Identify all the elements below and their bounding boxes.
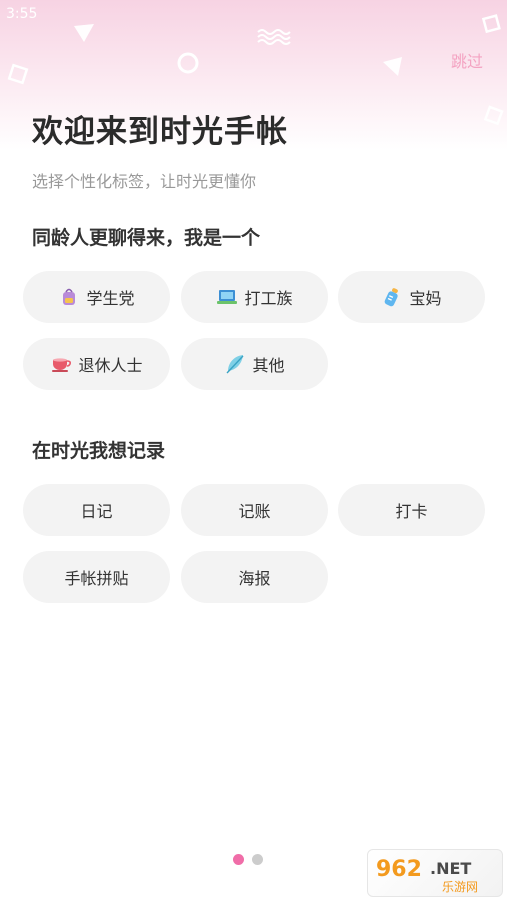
- identity-section-title: 同龄人更聊得来，我是一个: [32, 227, 261, 249]
- identity-option-mom[interactable]: 宝妈: [338, 271, 485, 323]
- identity-option-other[interactable]: 其他: [181, 338, 328, 390]
- page-indicator: [233, 854, 263, 865]
- wave-decoration-icon: [257, 29, 291, 45]
- record-option-diary[interactable]: 日记: [23, 484, 170, 536]
- page-subtitle: 选择个性化标签，让时光更懂你: [32, 172, 257, 191]
- watermark-logo-icon: 962 .NET 乐游网: [376, 857, 478, 894]
- identity-option-label: 退休人士: [78, 356, 143, 375]
- record-option-label: 日记: [80, 502, 113, 521]
- page-dot-active: [233, 854, 244, 865]
- feather-icon: [226, 355, 244, 374]
- page-title: 欢迎来到时光手帐: [32, 114, 288, 150]
- identity-option-retired[interactable]: 退休人士: [23, 338, 170, 390]
- identity-option-label: 打工族: [244, 289, 293, 308]
- status-bar-time: 3:55: [6, 6, 38, 22]
- backpack-icon: [63, 288, 76, 305]
- skip-button[interactable]: 跳过: [451, 48, 483, 72]
- record-option-label: 打卡: [395, 502, 428, 521]
- circle-decoration-icon: [177, 52, 199, 74]
- identity-option-label: 宝妈: [409, 289, 442, 308]
- square-decoration-icon: [483, 105, 504, 126]
- record-option-poster[interactable]: 海报: [181, 551, 328, 603]
- teacup-icon: [52, 358, 72, 372]
- record-option-label: 海报: [238, 569, 271, 588]
- record-option-collage[interactable]: 手帐拼贴: [23, 551, 170, 603]
- square-decoration-icon: [7, 63, 29, 85]
- record-option-bookkeeping[interactable]: 记账: [181, 484, 328, 536]
- record-option-checkin[interactable]: 打卡: [338, 484, 485, 536]
- laptop-icon: [217, 290, 238, 304]
- record-option-label: 手帐拼贴: [64, 569, 129, 588]
- record-option-label: 记账: [238, 502, 271, 521]
- identity-option-label: 其他: [252, 356, 285, 375]
- identity-option-label: 学生党: [86, 289, 135, 308]
- triangle-decoration-icon: [74, 24, 94, 42]
- identity-option-student[interactable]: 学生党: [23, 271, 170, 323]
- record-section-title: 在时光我想记录: [32, 440, 166, 462]
- svg-text:.NET: .NET: [430, 859, 471, 878]
- triangle-decoration-icon: [383, 57, 402, 76]
- square-decoration-icon: [481, 14, 501, 34]
- page-dot-inactive: [252, 854, 263, 865]
- identity-option-worker[interactable]: 打工族: [181, 271, 328, 323]
- baby-bottle-icon: [385, 288, 399, 307]
- svg-text:962: 962: [376, 857, 422, 882]
- watermark-logo: 962 .NET 乐游网: [367, 849, 503, 897]
- svg-text:乐游网: 乐游网: [442, 880, 478, 894]
